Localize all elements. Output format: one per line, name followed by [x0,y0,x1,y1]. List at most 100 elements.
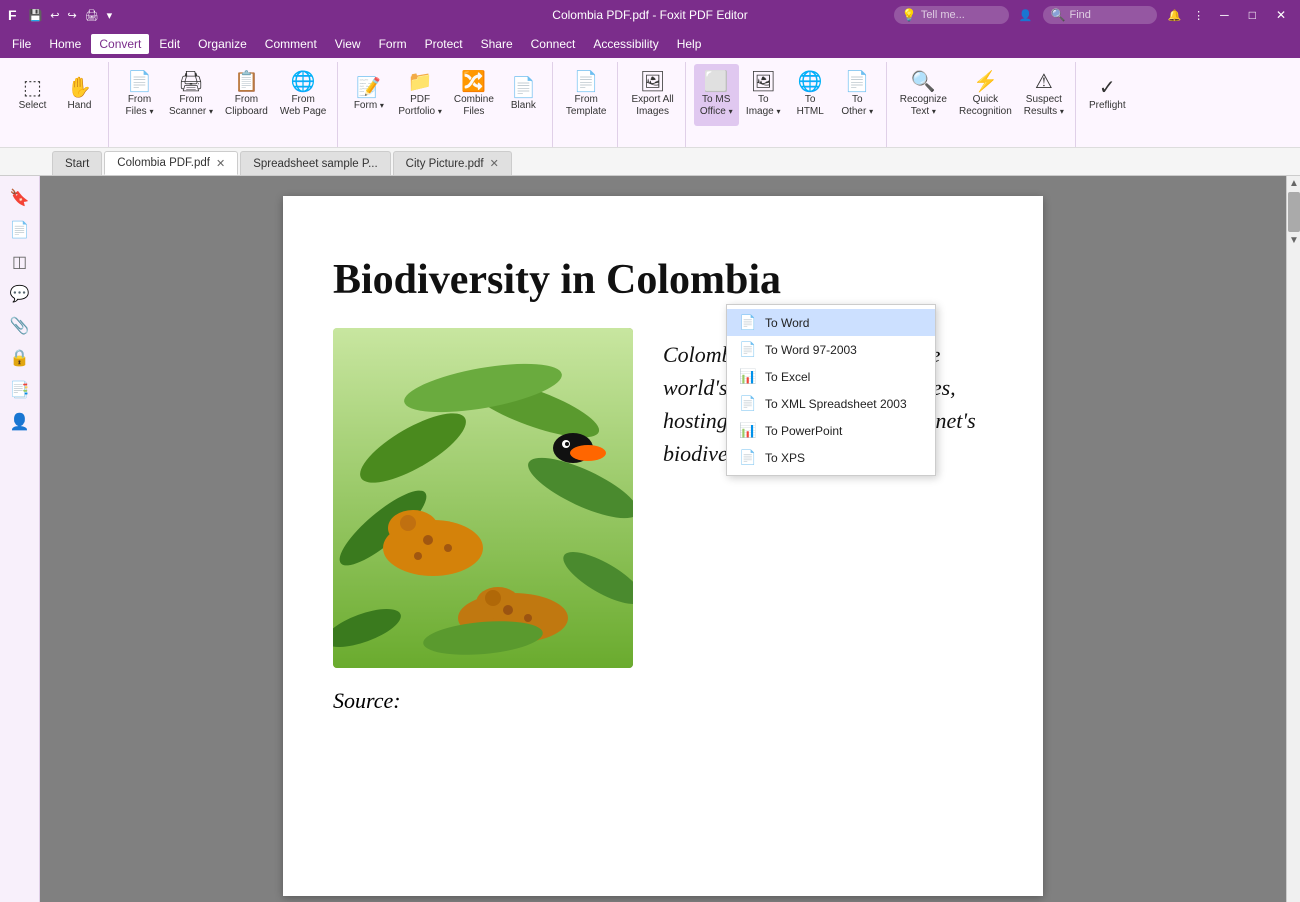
blank-button[interactable]: 📄 Blank [501,64,546,126]
ribbon-to-items: ⬜ To MSOffice ▾ 🖼 ToImage ▾ 🌐 ToHTML 📄 T… [694,64,880,145]
menu-home[interactable]: Home [41,34,89,54]
menu-connect[interactable]: Connect [523,34,584,54]
close-button[interactable]: ✕ [1270,8,1292,22]
quick-recognition-label: QuickRecognition [959,94,1012,118]
ribbon-group-to: ⬜ To MSOffice ▾ 🖼 ToImage ▾ 🌐 ToHTML 📄 T… [688,62,887,147]
notification-icon[interactable]: 🔔 [1165,9,1183,22]
menu-accessibility[interactable]: Accessibility [585,34,666,54]
user-icon[interactable]: 👤 [1017,9,1035,22]
menu-convert[interactable]: Convert [91,34,149,54]
select-button[interactable]: ⬚ Select [10,64,55,126]
menu-comment[interactable]: Comment [257,34,325,54]
menu-organize[interactable]: Organize [190,34,255,54]
document-page: Biodiversity in Colombia [283,196,1043,896]
from-webpage-button[interactable]: 🌐 FromWeb Page [275,64,332,126]
to-image-label: ToImage ▾ [746,94,781,118]
tab-spreadsheet[interactable]: Spreadsheet sample P... [240,151,390,175]
combine-files-icon: 🔀 [461,72,486,92]
tab-start[interactable]: Start [52,151,102,175]
dropdown-to-powerpoint[interactable]: 📊 To PowerPoint [727,417,935,444]
dropdown-to-word-97[interactable]: 📄 To Word 97-2003 [727,336,935,363]
word-97-icon: 📄 [739,341,757,358]
to-other-icon: 📄 [845,72,870,92]
combine-files-button[interactable]: 🔀 CombineFiles [449,64,499,126]
find-search[interactable]: 🔍 [1043,6,1158,24]
redo-icon[interactable]: ↪ [65,9,78,22]
tab-city-close[interactable]: ✕ [490,157,499,170]
xml-icon: 📄 [739,395,757,412]
form-button[interactable]: 📝 Form ▾ [346,64,391,126]
dropdown-to-xml[interactable]: 📄 To XML Spreadsheet 2003 [727,390,935,417]
app-logo: F [8,7,17,23]
from-scanner-icon: 🖨 [178,72,203,92]
undo-icon[interactable]: ↩ [48,9,61,22]
dropdown-to-word[interactable]: 📄 To Word [727,309,935,336]
menu-protect[interactable]: Protect [417,34,471,54]
menu-help[interactable]: Help [669,34,710,54]
suspect-results-icon: ⚠ [1035,72,1053,92]
ribbon-group-template: 📄 FromTemplate [555,62,619,147]
sidebar-security-icon[interactable]: 🔒 [5,344,35,372]
ribbon-group-from: 📄 FromFiles ▾ 🖨 FromScanner ▾ 📋 FromClip… [111,62,338,147]
ribbon-group-tools: ⬚ Select ✋ Hand [4,62,109,147]
ribbon-tools-items: ⬚ Select ✋ Hand [10,64,102,145]
minimize-button[interactable]: ─ [1214,8,1235,22]
tell-me-search[interactable]: 💡 [894,6,1009,24]
from-files-label: FromFiles ▾ [126,94,154,118]
tab-start-label: Start [65,158,89,170]
recognize-text-button[interactable]: 🔍 RecognizeText ▾ [895,64,952,126]
to-word-label: To Word [765,316,809,330]
xps-icon: 📄 [739,449,757,466]
pdf-portfolio-button[interactable]: 📁 PDFPortfolio ▾ [393,64,446,126]
from-clipboard-icon: 📋 [234,72,259,92]
sidebar-comments-icon[interactable]: 💬 [5,280,35,308]
ribbon-template-items: 📄 FromTemplate [561,64,612,145]
to-image-button[interactable]: 🖼 ToImage ▾ [741,64,786,126]
to-powerpoint-label: To PowerPoint [765,424,842,438]
save-icon[interactable]: 💾 [27,9,45,22]
to-html-label: ToHTML [797,94,824,118]
tab-colombia[interactable]: Colombia PDF.pdf ✕ [104,151,238,175]
quick-recognition-button[interactable]: ⚡ QuickRecognition [954,64,1017,126]
from-scanner-button[interactable]: 🖨 FromScanner ▾ [164,64,218,126]
to-other-button[interactable]: 📄 ToOther ▾ [835,64,880,126]
maximize-button[interactable]: □ [1243,8,1262,22]
tell-me-input[interactable] [921,9,1001,21]
quick-access-toolbar: 💾 ↩ ↪ 🖨 ▾ [27,9,115,22]
suspect-results-button[interactable]: ⚠ SuspectResults ▾ [1019,64,1069,126]
scrollbar-thumb[interactable] [1288,192,1300,232]
from-files-button[interactable]: 📄 FromFiles ▾ [117,64,162,126]
sidebar-layers-icon[interactable]: ◫ [5,248,35,276]
tab-city[interactable]: City Picture.pdf ✕ [393,151,512,175]
sidebar-content-icon[interactable]: 📑 [5,376,35,404]
vertical-scrollbar[interactable]: ▲ ▼ [1286,176,1300,902]
more-icon[interactable]: ▾ [105,9,115,22]
ribbon-export-items: 🖼 Export AllImages [626,64,678,145]
sidebar-signatures-icon[interactable]: 👤 [5,408,35,436]
print-icon[interactable]: 🖨 [83,9,101,22]
dropdown-to-xps[interactable]: 📄 To XPS [727,444,935,471]
menu-edit[interactable]: Edit [151,34,188,54]
to-html-button[interactable]: 🌐 ToHTML [788,64,833,126]
from-files-icon: 📄 [127,72,152,92]
to-xps-label: To XPS [765,451,805,465]
find-input[interactable] [1069,9,1149,21]
sidebar-attachments-icon[interactable]: 📎 [5,312,35,340]
sidebar-pages-icon[interactable]: 📄 [5,216,35,244]
ribbon-form-items: 📝 Form ▾ 📁 PDFPortfolio ▾ 🔀 CombineFiles… [346,64,546,145]
menu-form[interactable]: Form [371,34,415,54]
menu-share[interactable]: Share [473,34,521,54]
menu-view[interactable]: View [327,34,369,54]
sidebar-bookmarks-icon[interactable]: 🔖 [5,184,35,212]
more-options-icon[interactable]: ⋮ [1191,9,1206,22]
to-ms-office-button[interactable]: ⬜ To MSOffice ▾ [694,64,739,126]
dropdown-to-excel[interactable]: 📊 To Excel [727,363,935,390]
preflight-button[interactable]: ✓ Preflight [1084,64,1131,126]
menu-file[interactable]: File [4,34,39,54]
tab-colombia-close[interactable]: ✕ [216,157,225,170]
from-clipboard-button[interactable]: 📋 FromClipboard [220,64,273,126]
left-sidebar: 🔖 📄 ◫ 💬 📎 🔒 📑 👤 [0,176,40,902]
export-all-images-button[interactable]: 🖼 Export AllImages [626,64,678,126]
hand-button[interactable]: ✋ Hand [57,64,102,126]
from-template-button[interactable]: 📄 FromTemplate [561,64,612,126]
